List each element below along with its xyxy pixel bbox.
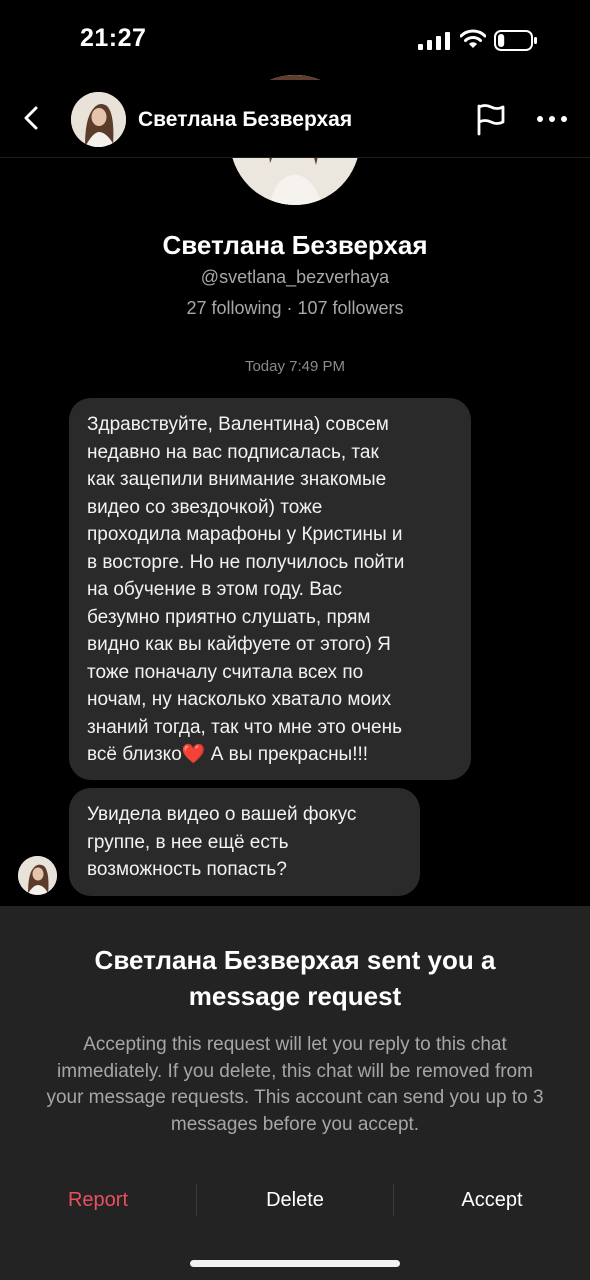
home-indicator	[190, 1260, 400, 1267]
profile-handle: @svetlana_bezverhaya	[200, 267, 390, 287]
message-timestamp: Today 7:49 PM	[244, 358, 346, 375]
heart-emoji: ❤️	[181, 744, 206, 765]
chat-header: Светлана Безверхая	[0, 80, 590, 158]
profile-name: Светлана Безверхая	[162, 230, 428, 260]
cellular-signal-icon	[418, 32, 450, 50]
profile-stats: 27 following · 107 followers	[186, 298, 404, 318]
battery-icon	[494, 30, 537, 51]
sender-avatar[interactable]	[18, 856, 57, 895]
status-bar: 21:27	[0, 0, 590, 80]
wifi-icon	[460, 29, 486, 48]
more-icon[interactable]	[532, 102, 572, 136]
message-request-sheet: Светлана Безверхая sent you a message re…	[0, 906, 590, 1280]
header-name[interactable]: Светлана Безверхая	[138, 108, 352, 132]
message-text-after: А вы прекрасны!!!	[205, 744, 369, 765]
back-chevron-icon[interactable]	[14, 100, 50, 136]
message-bubble[interactable]: Увидела видео о вашей фокус группе, в не…	[69, 788, 420, 896]
header-avatar[interactable]	[71, 92, 126, 147]
status-time: 21:27	[80, 24, 147, 52]
delete-button[interactable]: Delete	[197, 1174, 393, 1226]
sheet-title: Светлана Безверхая sent you a message re…	[94, 945, 496, 1011]
request-actions: Report Delete Accept	[0, 1174, 590, 1226]
sheet-description: Accepting this request will let you repl…	[46, 1034, 544, 1135]
message-text: Увидела видео о вашей фокус группе, в не…	[87, 804, 357, 880]
message-bubble[interactable]: Здравствуйте, Валентина) совсем недавно …	[69, 398, 471, 780]
accept-button[interactable]: Accept	[394, 1174, 590, 1226]
message-text: Здравствуйте, Валентина) совсем недавно …	[87, 414, 405, 765]
report-button[interactable]: Report	[0, 1174, 196, 1226]
flag-icon[interactable]	[472, 100, 510, 138]
